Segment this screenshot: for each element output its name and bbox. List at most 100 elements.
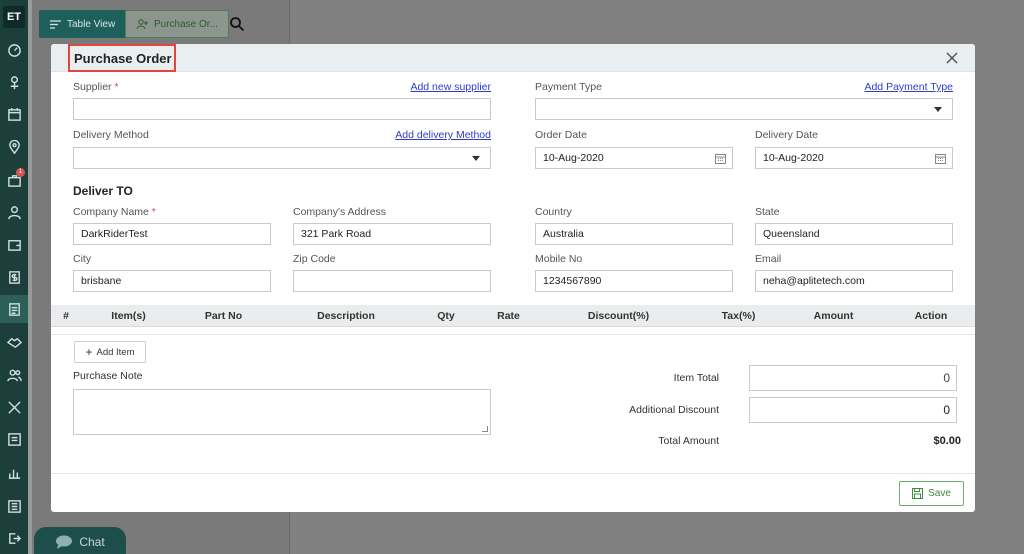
- purchase-note-textarea[interactable]: [73, 389, 491, 435]
- footer-divider: [51, 473, 975, 474]
- delivery-date-input[interactable]: 10-Aug-2020: [755, 147, 953, 169]
- save-button[interactable]: Save: [899, 481, 964, 506]
- sidebar: ET 1: [0, 0, 28, 554]
- table-view-button[interactable]: Table View: [39, 10, 127, 38]
- nav-dashboard[interactable]: [0, 36, 28, 64]
- table-divider: [51, 334, 975, 335]
- delivery-method-select[interactable]: [73, 147, 491, 169]
- close-icon[interactable]: [945, 51, 959, 65]
- supplier-input[interactable]: [73, 98, 491, 120]
- notification-badge: 1: [16, 168, 25, 177]
- item-total-label: Item Total: [673, 372, 719, 384]
- col-items: Item(s): [111, 310, 146, 322]
- col-index: #: [63, 310, 69, 322]
- state-input[interactable]: Queensland: [755, 223, 953, 245]
- nav-pin[interactable]: [0, 68, 28, 96]
- country-input[interactable]: Australia: [535, 223, 733, 245]
- app-logo: ET: [3, 6, 25, 28]
- handshake-icon: [6, 337, 22, 348]
- nav-deals[interactable]: [0, 328, 28, 356]
- email-label: Email: [755, 253, 782, 265]
- zip-code-input[interactable]: [293, 270, 491, 292]
- mobile-input[interactable]: 1234567890: [535, 270, 733, 292]
- chevron-down-icon: [934, 107, 942, 112]
- purchase-order-label: Purchase Or...: [154, 18, 218, 30]
- table-view-label: Table View: [67, 18, 116, 30]
- chat-icon: [56, 535, 73, 549]
- nav-reports[interactable]: [0, 492, 28, 520]
- nav-analytics[interactable]: [0, 458, 28, 486]
- city-label: City: [73, 253, 92, 265]
- calendar-icon: [7, 107, 21, 121]
- company-name-label: Company Name *: [73, 206, 156, 218]
- col-part-no: Part No: [204, 310, 243, 322]
- nav-purchase-orders[interactable]: [0, 295, 28, 323]
- chart-icon: [8, 469, 20, 479]
- tools-icon: [7, 400, 21, 414]
- company-address-input[interactable]: 321 Park Road: [293, 223, 491, 245]
- order-date-label: Order Date: [535, 129, 587, 141]
- modal-title: Purchase Order: [68, 44, 176, 72]
- additional-discount-input[interactable]: 0: [749, 397, 957, 423]
- nav-calendar[interactable]: [0, 100, 28, 128]
- email-input[interactable]: neha@aplitetech.com: [755, 270, 953, 292]
- order-date-input[interactable]: 10-Aug-2020: [535, 147, 733, 169]
- company-address-label: Company's Address: [293, 206, 387, 218]
- lines-icon: [50, 19, 61, 29]
- wallet-icon: [7, 239, 21, 251]
- col-rate: Rate: [497, 310, 520, 322]
- plus-icon: +: [85, 345, 93, 359]
- add-supplier-link[interactable]: Add new supplier: [351, 81, 491, 93]
- calendar-icon[interactable]: [935, 153, 946, 164]
- nav-logout[interactable]: [0, 524, 28, 552]
- nav-finance[interactable]: [0, 263, 28, 291]
- resize-handle-icon[interactable]: [482, 426, 488, 432]
- calendar-icon[interactable]: [715, 153, 726, 164]
- save-label: Save: [928, 488, 951, 499]
- company-name-input[interactable]: DarkRiderTest: [73, 223, 271, 245]
- nav-location[interactable]: [0, 133, 28, 161]
- supplier-label: Supplier *: [73, 81, 119, 93]
- country-label: Country: [535, 206, 572, 218]
- col-qty: Qty: [437, 310, 455, 322]
- nav-briefcase[interactable]: 1: [0, 166, 28, 194]
- add-user-icon: [136, 18, 148, 29]
- pin-icon: [10, 75, 18, 89]
- users-icon: [6, 369, 22, 381]
- nav-user[interactable]: [0, 198, 28, 226]
- add-delivery-method-link[interactable]: Add delivery Method: [351, 129, 491, 141]
- zip-code-label: Zip Code: [293, 253, 336, 265]
- payment-type-label: Payment Type: [535, 81, 602, 93]
- additional-discount-label: Additional Discount: [629, 404, 719, 416]
- document-icon: [8, 302, 20, 316]
- chevron-down-icon: [472, 156, 480, 161]
- nav-tools[interactable]: [0, 393, 28, 421]
- user-icon: [7, 205, 21, 219]
- payment-type-select[interactable]: [535, 98, 953, 120]
- col-description: Description: [317, 310, 375, 322]
- nav-list[interactable]: [0, 425, 28, 453]
- save-icon: [912, 488, 924, 499]
- location-icon: [8, 139, 20, 154]
- report-icon: [7, 499, 21, 513]
- purchase-order-button[interactable]: Purchase Or...: [125, 10, 229, 38]
- nav-wallet[interactable]: [0, 230, 28, 258]
- city-input[interactable]: brisbane: [73, 270, 271, 292]
- total-amount-label: Total Amount: [658, 435, 719, 447]
- col-amount: Amount: [813, 310, 854, 322]
- purchase-note-label: Purchase Note: [73, 370, 143, 382]
- col-discount: Discount(%): [587, 310, 650, 322]
- add-payment-type-link[interactable]: Add Payment Type: [811, 81, 953, 93]
- item-total-field[interactable]: 0: [749, 365, 957, 391]
- nav-team[interactable]: [0, 361, 28, 389]
- delivery-method-label: Delivery Method: [73, 129, 149, 141]
- chat-label: Chat: [79, 535, 105, 549]
- chat-button[interactable]: Chat: [34, 527, 126, 554]
- delivery-date-label: Delivery Date: [755, 129, 819, 141]
- add-item-button[interactable]: + Add Item: [74, 341, 146, 363]
- deliver-to-heading: Deliver TO: [73, 184, 133, 198]
- logout-icon: [8, 532, 21, 544]
- mobile-label: Mobile No: [535, 253, 583, 265]
- search-icon[interactable]: [229, 16, 245, 32]
- dashboard-icon: [7, 43, 21, 57]
